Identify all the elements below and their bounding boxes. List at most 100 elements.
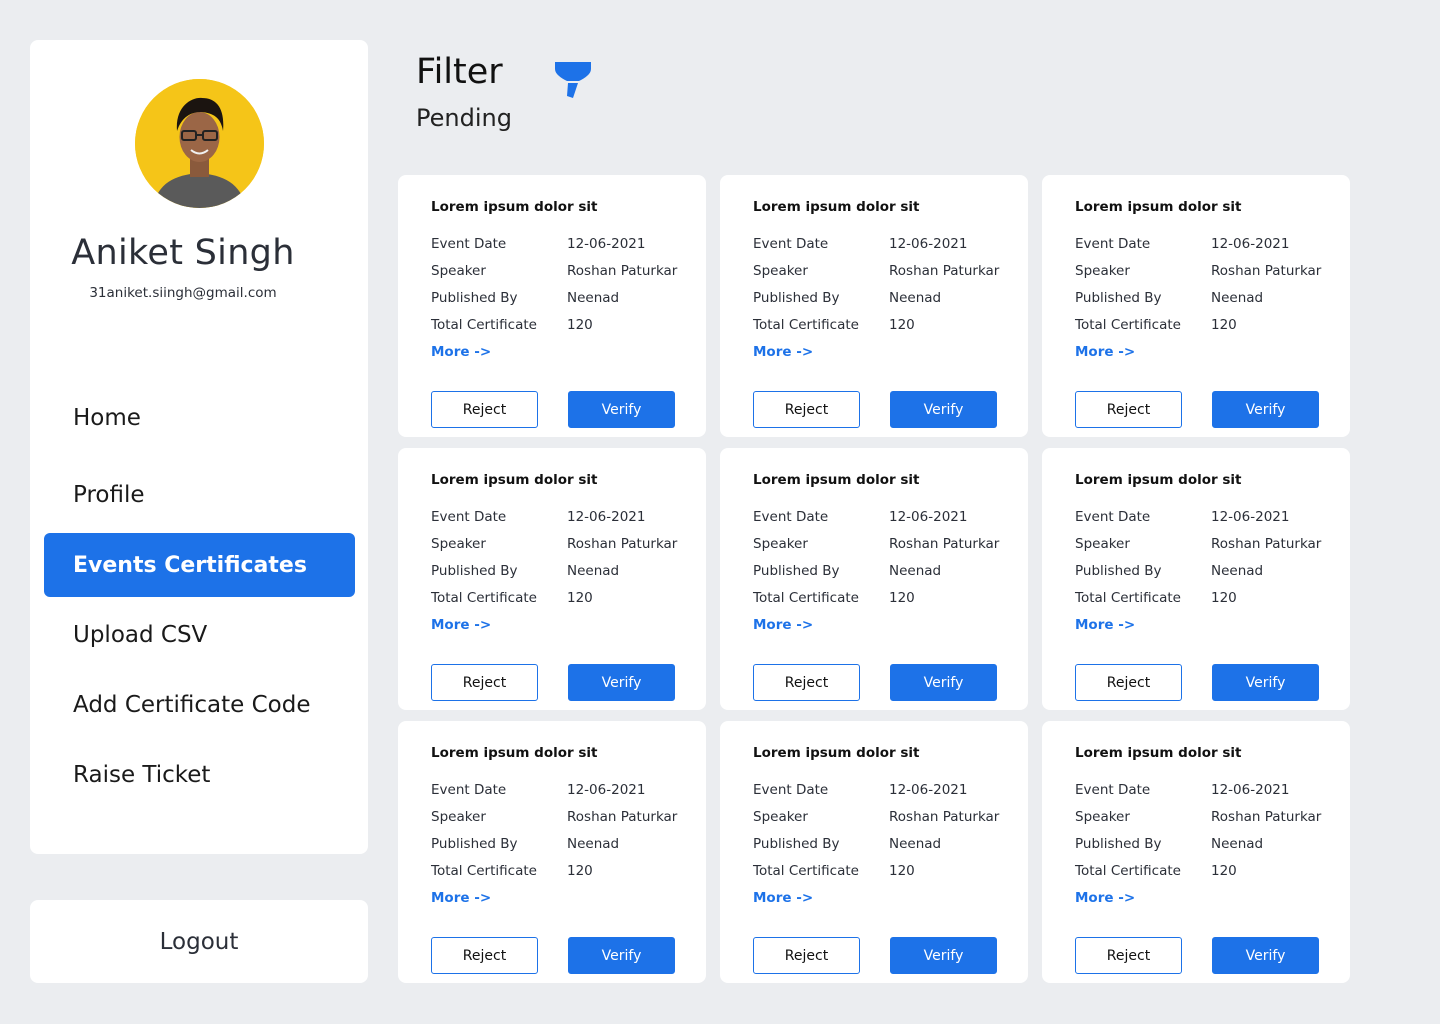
reject-button[interactable]: Reject: [431, 937, 538, 974]
field-value: 120: [1211, 317, 1237, 333]
card-field-row: Total Certificate 120: [1075, 863, 1237, 879]
more-link[interactable]: More ->: [431, 890, 491, 906]
more-link[interactable]: More ->: [753, 617, 813, 633]
verify-button[interactable]: Verify: [568, 664, 675, 701]
reject-button[interactable]: Reject: [1075, 391, 1182, 428]
card-field-row: Total Certificate 120: [753, 317, 915, 333]
card-field-row: Speaker Roshan Paturkar: [431, 809, 677, 825]
card-title: Lorem ipsum dolor sit: [1075, 472, 1242, 488]
certificate-card: Lorem ipsum dolor sit Event Date 12-06-202…: [1042, 721, 1350, 983]
field-value: Roshan Paturkar: [567, 809, 678, 825]
verify-button[interactable]: Verify: [890, 937, 997, 974]
verify-button[interactable]: Verify: [1212, 391, 1319, 428]
reject-button[interactable]: Reject: [753, 664, 860, 701]
user-name: Aniket Singh: [71, 233, 295, 273]
verify-button[interactable]: Verify: [1212, 937, 1319, 974]
more-link[interactable]: More ->: [431, 617, 491, 633]
card-field-row: Total Certificate 120: [431, 317, 593, 333]
field-label: Speaker: [753, 809, 808, 825]
field-value: 120: [889, 590, 915, 606]
field-label: Published By: [1075, 836, 1162, 852]
more-link[interactable]: More ->: [753, 344, 813, 360]
card-title: Lorem ipsum dolor sit: [753, 199, 920, 215]
reject-button[interactable]: Reject: [753, 391, 860, 428]
verify-button[interactable]: Verify: [890, 664, 997, 701]
field-label: Total Certificate: [753, 863, 859, 879]
card-title: Lorem ipsum dolor sit: [431, 472, 598, 488]
field-label: Total Certificate: [1075, 590, 1181, 606]
card-field-row: Event Date 12-06-2021: [431, 782, 645, 798]
field-value: Roshan Paturkar: [567, 263, 678, 279]
reject-button[interactable]: Reject: [431, 664, 538, 701]
field-value: 120: [567, 863, 593, 879]
field-value: Neenad: [567, 290, 620, 306]
field-value: 12-06-2021: [889, 782, 968, 798]
card-field-row: Event Date 12-06-2021: [431, 236, 645, 252]
field-value: Neenad: [889, 563, 942, 579]
reject-button[interactable]: Reject: [1075, 937, 1182, 974]
card-field-row: Total Certificate 120: [1075, 590, 1237, 606]
field-value: Roshan Paturkar: [567, 536, 678, 552]
field-label: Speaker: [753, 536, 808, 552]
nav-item-profile[interactable]: Profile: [44, 463, 355, 527]
field-value: 120: [889, 863, 915, 879]
field-label: Published By: [431, 290, 518, 306]
field-label: Speaker: [1075, 536, 1130, 552]
card-field-row: Published By Neenad: [431, 290, 619, 306]
card-field-row: Speaker Roshan Paturkar: [753, 809, 999, 825]
more-link[interactable]: More ->: [1075, 344, 1135, 360]
verify-button[interactable]: Verify: [1212, 664, 1319, 701]
certificate-card: Lorem ipsum dolor sit Event Date 12-06-202…: [398, 448, 706, 710]
verify-button[interactable]: Verify: [568, 391, 675, 428]
field-label: Event Date: [431, 509, 507, 525]
card-field-row: Event Date 12-06-2021: [431, 509, 645, 525]
certificate-card: Lorem ipsum dolor sit Event Date 12-06-202…: [720, 448, 1028, 710]
verify-button[interactable]: Verify: [568, 937, 675, 974]
card-field-row: Total Certificate 120: [1075, 317, 1237, 333]
reject-button[interactable]: Reject: [753, 937, 860, 974]
card-field-row: Event Date 12-06-2021: [1075, 236, 1289, 252]
card-field-row: Total Certificate 120: [431, 863, 593, 879]
field-value: Neenad: [567, 836, 620, 852]
reject-button[interactable]: Reject: [1075, 664, 1182, 701]
reject-button[interactable]: Reject: [431, 391, 538, 428]
nav-item-raise-ticket[interactable]: Raise Ticket: [44, 743, 355, 807]
more-link[interactable]: More ->: [1075, 890, 1135, 906]
certificate-card: Lorem ipsum dolor sit Event Date 12-06-202…: [720, 175, 1028, 437]
verify-button[interactable]: Verify: [890, 391, 997, 428]
field-label: Speaker: [1075, 809, 1130, 825]
field-label: Event Date: [753, 509, 829, 525]
card-field-row: Speaker Roshan Paturkar: [1075, 809, 1321, 825]
funnel-icon[interactable]: [553, 60, 593, 100]
certificate-card: Lorem ipsum dolor sit Event Date 12-06-202…: [1042, 448, 1350, 710]
nav-item-upload-csv[interactable]: Upload CSV: [44, 603, 355, 667]
card-field-row: Published By Neenad: [1075, 290, 1263, 306]
more-link[interactable]: More ->: [1075, 617, 1135, 633]
field-value: 120: [1211, 863, 1237, 879]
filter-status: Pending: [416, 104, 512, 132]
field-value: Roshan Paturkar: [889, 809, 1000, 825]
nav-item-events-certificates[interactable]: Events Certificates: [44, 533, 355, 597]
card-field-row: Published By Neenad: [1075, 836, 1263, 852]
field-value: Roshan Paturkar: [889, 536, 1000, 552]
more-link[interactable]: More ->: [431, 344, 491, 360]
card-title: Lorem ipsum dolor sit: [1075, 199, 1242, 215]
field-label: Speaker: [431, 536, 486, 552]
more-link[interactable]: More ->: [753, 890, 813, 906]
field-label: Speaker: [431, 809, 486, 825]
field-label: Event Date: [753, 782, 829, 798]
field-value: Neenad: [889, 290, 942, 306]
field-label: Published By: [431, 836, 518, 852]
card-field-row: Event Date 12-06-2021: [753, 782, 967, 798]
nav-item-add-certificate-code[interactable]: Add Certificate Code: [44, 673, 355, 737]
card-field-row: Total Certificate 120: [753, 863, 915, 879]
card-field-row: Speaker Roshan Paturkar: [753, 263, 999, 279]
card-field-row: Published By Neenad: [753, 836, 941, 852]
certificate-card: Lorem ipsum dolor sit Event Date 12-06-202…: [398, 721, 706, 983]
logout-button[interactable]: Logout: [30, 900, 368, 983]
field-value: Neenad: [1211, 836, 1264, 852]
card-title: Lorem ipsum dolor sit: [1075, 745, 1242, 761]
card-field-row: Speaker Roshan Paturkar: [1075, 263, 1321, 279]
card-field-row: Published By Neenad: [753, 290, 941, 306]
nav-item-home[interactable]: Home: [44, 386, 355, 450]
